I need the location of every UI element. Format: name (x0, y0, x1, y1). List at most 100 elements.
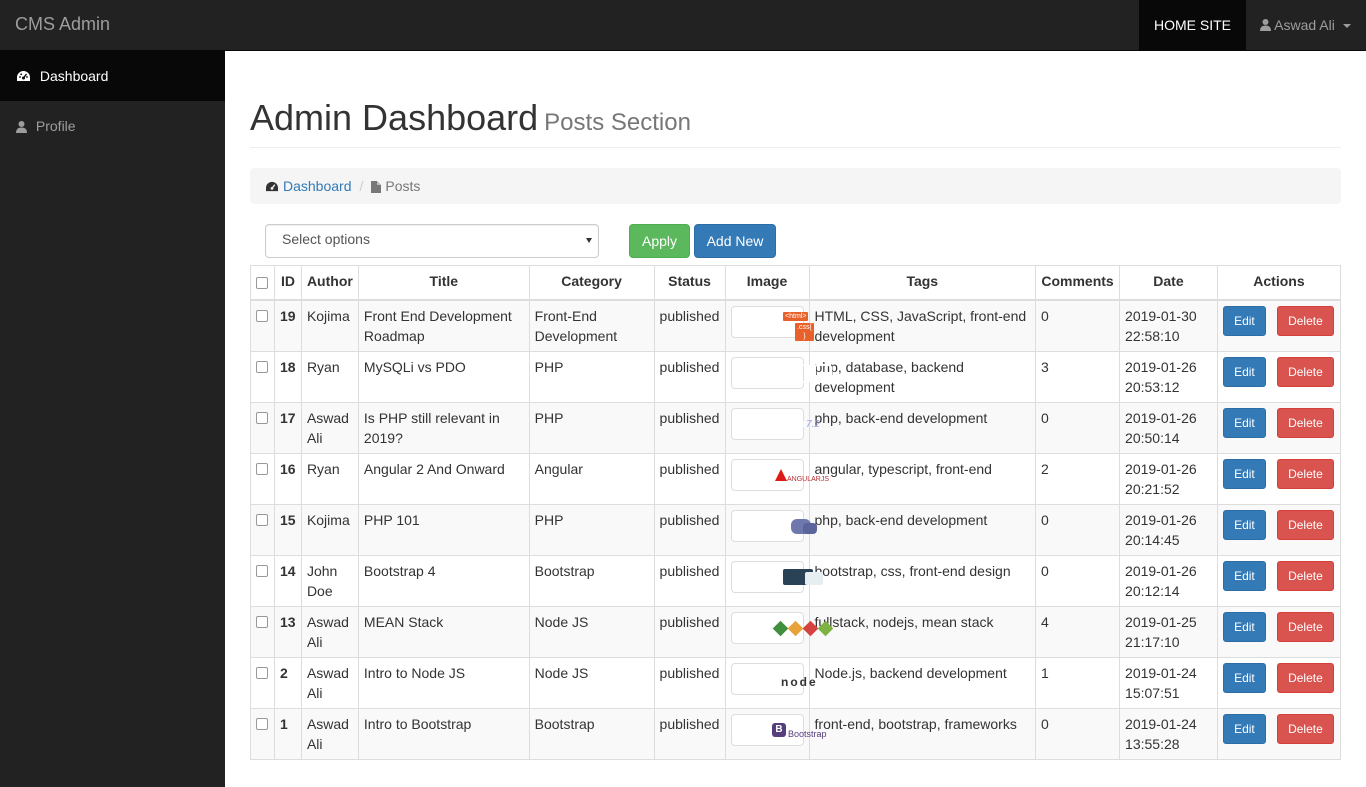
select-value: Select options (282, 230, 370, 247)
row-checkbox[interactable] (256, 412, 269, 424)
user-menu[interactable]: Aswad Ali (1246, 0, 1366, 50)
row-checkbox[interactable] (256, 463, 269, 475)
post-date: 2019-01-26 20:12:14 (1119, 555, 1218, 607)
post-date: 2019-01-24 15:07:51 (1119, 657, 1218, 709)
row-checkbox-cell (250, 351, 275, 403)
breadcrumb-dashboard-link[interactable]: Dashboard (283, 178, 352, 194)
nodejs-thumbnail: node (730, 663, 816, 695)
delete-button[interactable]: Delete (1276, 561, 1334, 591)
delete-button[interactable]: Delete (1276, 357, 1334, 387)
post-date: 2019-01-26 20:53:12 (1119, 351, 1218, 403)
post-author: Aswad Ali (300, 708, 359, 760)
edit-button[interactable]: Edit (1222, 357, 1266, 387)
posts-table: ID Author Title Category Status Image Ta… (250, 265, 1342, 760)
post-tags: php, back-end development (808, 402, 1037, 454)
post-date-day: 2019-01-24 (1125, 665, 1197, 681)
edit-button[interactable]: Edit (1222, 459, 1266, 489)
post-date-day: 2019-01-26 (1125, 512, 1197, 528)
edit-button[interactable]: Edit (1222, 561, 1266, 591)
post-category: Node JS (528, 657, 655, 709)
post-image-cell: <html>.css{ } (724, 299, 814, 352)
post-date-time: 20:14:45 (1125, 532, 1180, 548)
bulk-options-select[interactable]: Select options (265, 223, 599, 258)
sidebar-item-profile[interactable]: Profile (0, 101, 225, 151)
row-checkbox[interactable] (256, 616, 269, 628)
row-checkbox[interactable] (256, 310, 269, 322)
file-icon (371, 180, 382, 193)
bootstrap-thumbnail: BBootstrap (730, 714, 827, 746)
edit-button[interactable]: Edit (1222, 306, 1266, 336)
table-row: 17 Aswad Ali Is PHP still relevant in 20… (250, 402, 1342, 454)
post-date-time: 20:50:14 (1125, 430, 1180, 446)
post-tags: bootstrap, css, front-end design (808, 555, 1037, 607)
column-header-actions: Actions (1216, 265, 1342, 301)
row-checkbox[interactable] (256, 514, 269, 526)
edit-button[interactable]: Edit (1222, 408, 1266, 438)
post-category: Angular (528, 453, 655, 505)
add-new-button[interactable]: Add New (694, 223, 776, 258)
table-row: 14 John Doe Bootstrap 4 Bootstrap publis… (250, 555, 1342, 607)
row-checkbox[interactable] (256, 667, 269, 679)
post-comments: 0 (1035, 708, 1121, 760)
row-checkbox-cell (250, 402, 275, 454)
post-actions: Edit Delete (1216, 606, 1342, 658)
delete-button[interactable]: Delete (1276, 306, 1334, 336)
row-checkbox-cell (250, 657, 275, 709)
post-date-time: 22:58:10 (1125, 328, 1180, 344)
bulk-toolbar: Select options Apply Add New (250, 204, 1341, 264)
post-title: Angular 2 And Onward (357, 453, 530, 505)
post-date-day: 2019-01-25 (1125, 614, 1197, 630)
post-author: Kojima (300, 299, 359, 352)
post-title: Intro to Node JS (357, 657, 530, 709)
row-checkbox-cell (250, 555, 275, 607)
delete-button[interactable]: Delete (1276, 663, 1334, 693)
delete-button[interactable]: Delete (1276, 408, 1334, 438)
post-id: 15 (273, 504, 302, 556)
post-actions: Edit Delete (1216, 351, 1342, 403)
edit-button[interactable]: Edit (1222, 663, 1266, 693)
column-header-date: Date (1119, 265, 1218, 301)
breadcrumb-current: Posts (385, 177, 421, 194)
apply-button[interactable]: Apply (629, 223, 690, 258)
post-date-day: 2019-01-26 (1125, 563, 1197, 579)
post-author: Aswad Ali (300, 606, 359, 658)
post-date-time: 15:07:51 (1125, 685, 1180, 701)
table-row: 18 Ryan MySQLi vs PDO PHP published php,… (250, 351, 1342, 403)
post-date-time: 13:55:28 (1125, 736, 1180, 752)
edit-button[interactable]: Edit (1222, 714, 1266, 744)
delete-button[interactable]: Delete (1276, 714, 1334, 744)
row-checkbox[interactable] (256, 718, 269, 730)
post-date-time: 21:17:10 (1125, 634, 1180, 650)
php-elephant-thumbnail (730, 510, 818, 542)
post-status: published (653, 351, 726, 403)
post-date: 2019-01-26 20:50:14 (1119, 402, 1218, 454)
brand-link[interactable]: CMS Admin (15, 14, 110, 35)
delete-button[interactable]: Delete (1276, 612, 1334, 642)
select-all-checkbox[interactable] (256, 277, 269, 289)
post-image-cell (724, 351, 833, 403)
post-category: Bootstrap (528, 555, 655, 607)
row-checkbox-cell (250, 708, 275, 760)
table-row: 1 Aswad Ali Intro to Bootstrap Bootstrap… (250, 708, 1342, 760)
post-id: 2 (273, 657, 302, 709)
post-comments: 4 (1035, 606, 1121, 658)
html-css-thumbnail: <html>.css{ } (730, 306, 814, 341)
sidebar-item-dashboard[interactable]: Dashboard (0, 51, 225, 101)
row-checkbox[interactable] (256, 565, 269, 577)
post-image-cell: node (724, 657, 816, 709)
delete-button[interactable]: Delete (1276, 459, 1334, 489)
column-header-author: Author (300, 265, 359, 301)
post-image-cell: ANGULARJS (724, 453, 829, 505)
post-actions: Edit Delete (1216, 402, 1342, 454)
post-status: published (653, 555, 726, 607)
post-title: Is PHP still relevant in 2019? (357, 402, 530, 454)
post-date-day: 2019-01-24 (1125, 716, 1197, 732)
user-icon (1260, 19, 1271, 31)
post-title: MySQLi vs PDO (357, 351, 530, 403)
edit-button[interactable]: Edit (1222, 510, 1266, 540)
post-status: published (653, 657, 726, 709)
edit-button[interactable]: Edit (1222, 612, 1266, 642)
row-checkbox[interactable] (256, 361, 269, 373)
delete-button[interactable]: Delete (1276, 510, 1334, 540)
home-site-link[interactable]: HOME SITE (1139, 0, 1246, 50)
